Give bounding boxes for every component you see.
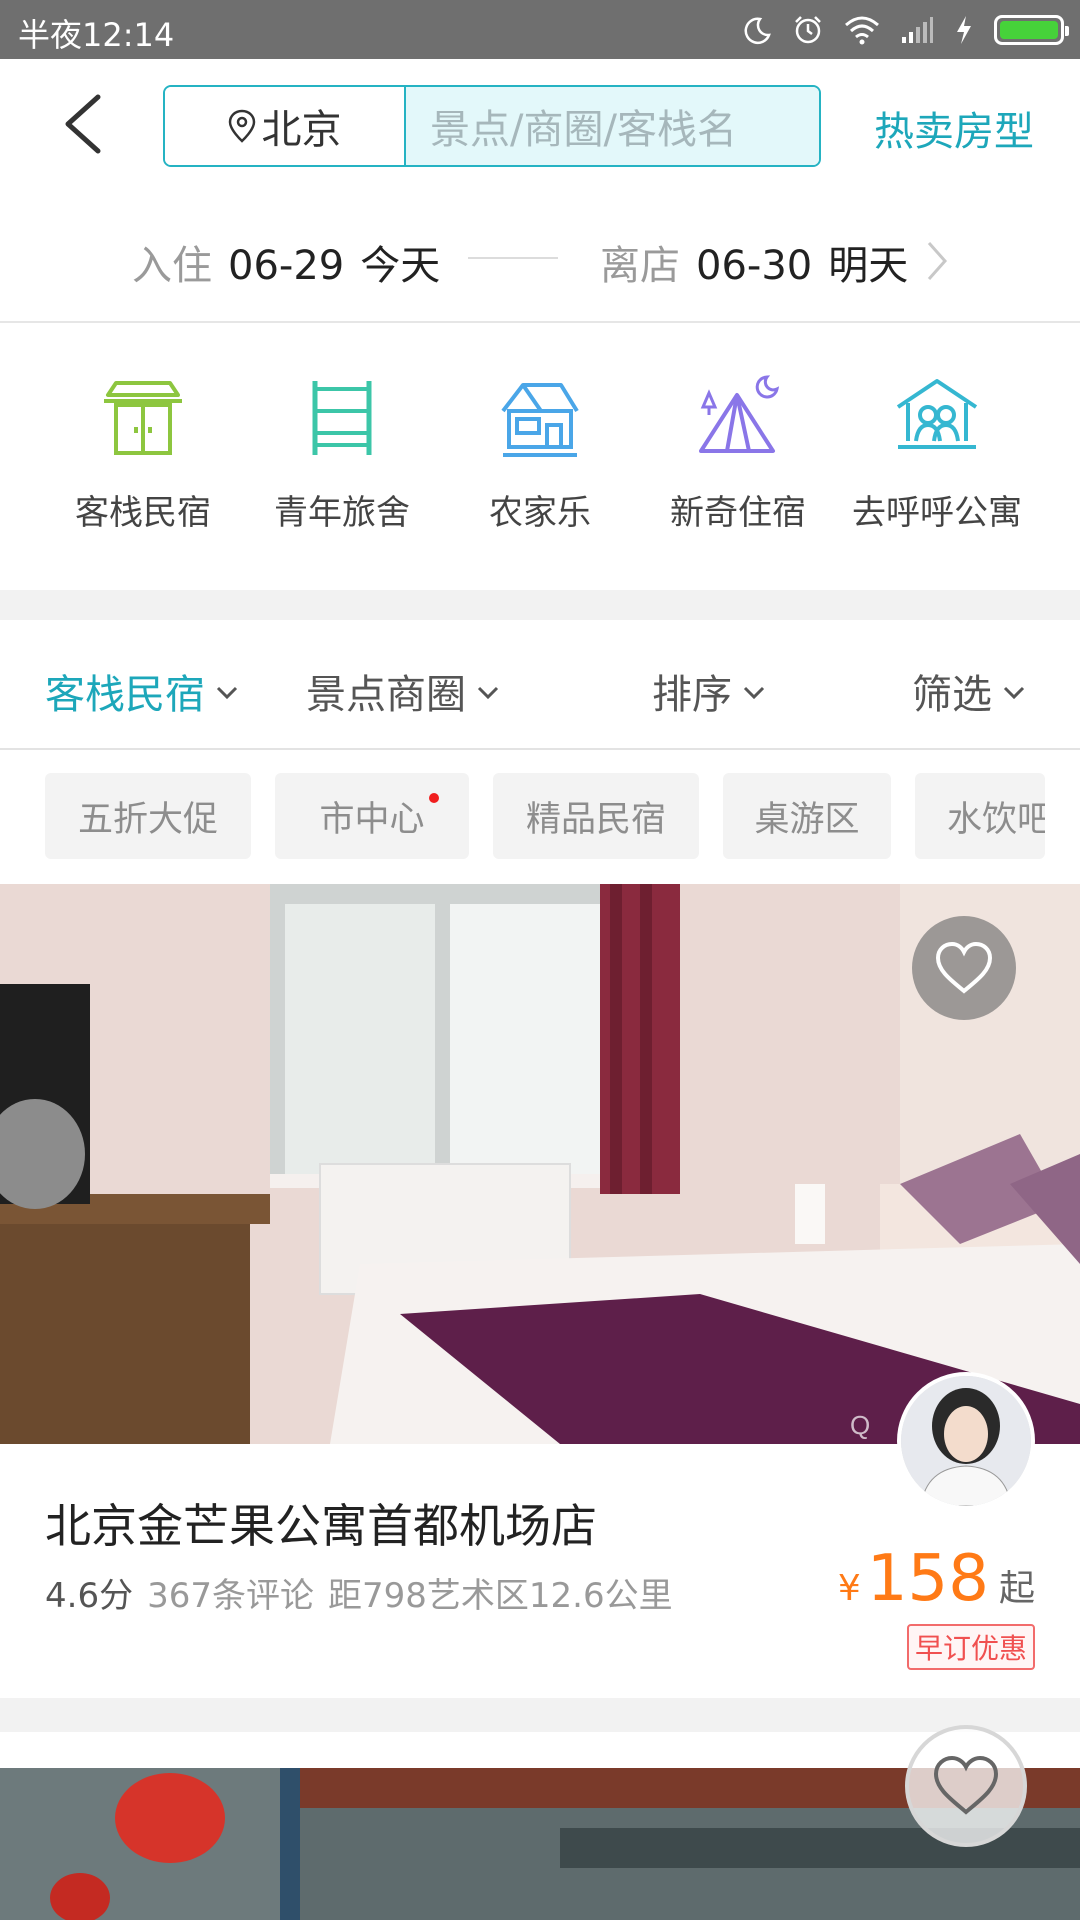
inn-icon (104, 381, 182, 455)
section-divider (0, 590, 1080, 620)
svg-text:Q: Q (850, 1410, 870, 1440)
favorites-float-button[interactable] (905, 1725, 1027, 1847)
search-input[interactable]: 景点/商圈/客栈名 (406, 87, 819, 165)
price-currency: ¥ (837, 1568, 861, 1609)
filter-bar: 客栈民宿 景点商圈 排序 筛选 (0, 620, 1080, 750)
promo-badge: 早订优惠 (906, 1624, 1035, 1670)
status-time: 半夜12:14 (18, 16, 175, 54)
tag-chip[interactable]: 五折大促 (45, 773, 251, 859)
checkin-date[interactable]: 入住 06-29 今天 (132, 233, 440, 291)
listing-meta: 4.6分 367条评论 距798艺术区12.6公里 (45, 1568, 673, 1617)
tag-chip[interactable]: 水饮吧 (915, 773, 1045, 859)
search-box: 北京 景点/商圈/客栈名 (163, 85, 821, 167)
category-label: 青年旅舍 (274, 493, 410, 533)
listing-price: ¥ 158 起 (838, 1542, 1035, 1616)
listing-score: 4.6分 (45, 1576, 134, 1616)
category-label: 去呼呼公寓 (852, 493, 1022, 533)
category-inn[interactable]: 客栈民宿 (43, 325, 243, 590)
listing-reviews: 367条评论 (147, 1576, 314, 1616)
filter-type[interactable]: 客栈民宿 (45, 662, 239, 720)
tag-chip[interactable]: 精品民宿 (493, 773, 699, 859)
chevron-down-icon (743, 686, 765, 700)
city-name: 北京 (261, 107, 342, 153)
checkout-date[interactable]: 离店 06-30 明天 (600, 233, 908, 291)
chevron-down-icon (216, 686, 238, 700)
back-arrow-icon[interactable] (50, 89, 120, 159)
section-divider (0, 1698, 1080, 1732)
listing-distance: 距798艺术区12.6公里 (327, 1576, 673, 1616)
favorite-button[interactable] (912, 916, 1016, 1020)
chevron-down-icon (1003, 686, 1025, 700)
tag-chip[interactable]: 市中心 (275, 773, 469, 859)
charging-icon (957, 16, 971, 44)
header: 北京 景点/商圈/客栈名 热卖房型 (0, 59, 1080, 195)
filter-area[interactable]: 景点商圈 (306, 662, 500, 720)
quick-tags: 五折大促 市中心 精品民宿 桌游区 水饮吧 (45, 773, 1045, 859)
date-selector[interactable]: 入住 06-29 今天 离店 06-30 明天 (0, 195, 1080, 323)
chevron-down-icon (477, 686, 499, 700)
tent-icon (699, 375, 780, 453)
listing-card[interactable]: 北京金芒果公寓首都机场店 4.6分 367条评论 距798艺术区12.6公里 ¥… (0, 1444, 1080, 1698)
new-dot (429, 793, 439, 803)
filter-label: 排序 (652, 672, 732, 718)
checkin-label: 入住 (132, 243, 212, 289)
filter-label: 景点商圈 (306, 672, 466, 718)
listing-title: 北京金芒果公寓首都机场店 (45, 1499, 597, 1553)
status-icons (742, 10, 1069, 50)
category-label: 新奇住宿 (670, 493, 806, 533)
checkout-label: 离店 (600, 243, 680, 289)
farmhouse-icon (501, 383, 579, 457)
category-label: 客栈民宿 (75, 493, 211, 533)
category-label: 农家乐 (489, 493, 591, 533)
category-farmhouse[interactable]: 农家乐 (441, 325, 639, 590)
hot-rooms-link[interactable]: 热卖房型 (874, 99, 1034, 157)
chevron-right-icon (927, 242, 948, 280)
category-hostel[interactable]: 青年旅舍 (243, 325, 441, 590)
checkin-value: 06-29 (228, 243, 345, 289)
status-bar: 半夜12:14 (0, 0, 1080, 59)
tag-label: 水饮吧 (947, 799, 1045, 840)
heart-icon (935, 941, 993, 994)
battery-icon (994, 15, 1069, 45)
category-apartment[interactable]: 去呼呼公寓 (837, 325, 1037, 590)
tag-label: 五折大促 (77, 799, 218, 840)
tag-label: 桌游区 (754, 799, 860, 840)
filter-label: 筛选 (912, 672, 992, 718)
alarm-icon (795, 16, 821, 44)
category-grid: 客栈民宿 青年旅舍 农家乐 新奇住宿 去呼呼公寓 (0, 325, 1080, 590)
battery-fill (1000, 21, 1058, 39)
category-novel[interactable]: 新奇住宿 (639, 325, 837, 590)
price-suffix: 起 (998, 1568, 1035, 1609)
tag-label: 精品民宿 (525, 799, 666, 840)
wifi-icon (845, 16, 879, 45)
checkin-relative: 今天 (360, 243, 441, 289)
signal-icon (902, 17, 933, 43)
heart-icon (933, 1755, 999, 1815)
tag-chip[interactable]: 桌游区 (723, 773, 891, 859)
filter-sort[interactable]: 排序 (652, 662, 766, 720)
bunk-bed-icon (312, 381, 372, 455)
checkout-value: 06-30 (696, 243, 813, 289)
checkout-relative: 明天 (828, 243, 909, 289)
location-pin-icon (228, 109, 255, 143)
date-separator (468, 257, 558, 259)
city-selector[interactable]: 北京 (165, 87, 406, 165)
moon-icon (744, 17, 771, 45)
apartment-icon (896, 379, 978, 449)
price-value: 158 (866, 1542, 989, 1616)
filter-more[interactable]: 筛选 (912, 662, 1026, 720)
filter-label: 客栈民宿 (45, 672, 205, 718)
tag-label: 市中心 (319, 799, 425, 840)
